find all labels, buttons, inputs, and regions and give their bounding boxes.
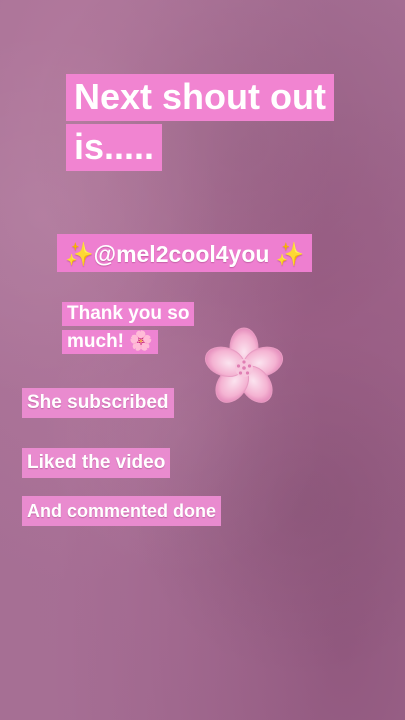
liked-line: Liked the video xyxy=(22,448,171,478)
shoutout-title: Next shout out is..... xyxy=(66,72,351,172)
username-handle: ✨@mel2cool4you ✨ xyxy=(57,234,313,272)
thank-you-caption: Thank you so much! 🌸 xyxy=(62,300,212,356)
commented-line: And commented done xyxy=(22,496,222,526)
cherry-blossom-icon xyxy=(204,327,284,403)
shoutout-title-text: Next shout out is..... xyxy=(66,74,334,171)
thank-you-text: Thank you so much! 🌸 xyxy=(62,302,195,354)
subscribed-line: She subscribed xyxy=(22,388,174,418)
